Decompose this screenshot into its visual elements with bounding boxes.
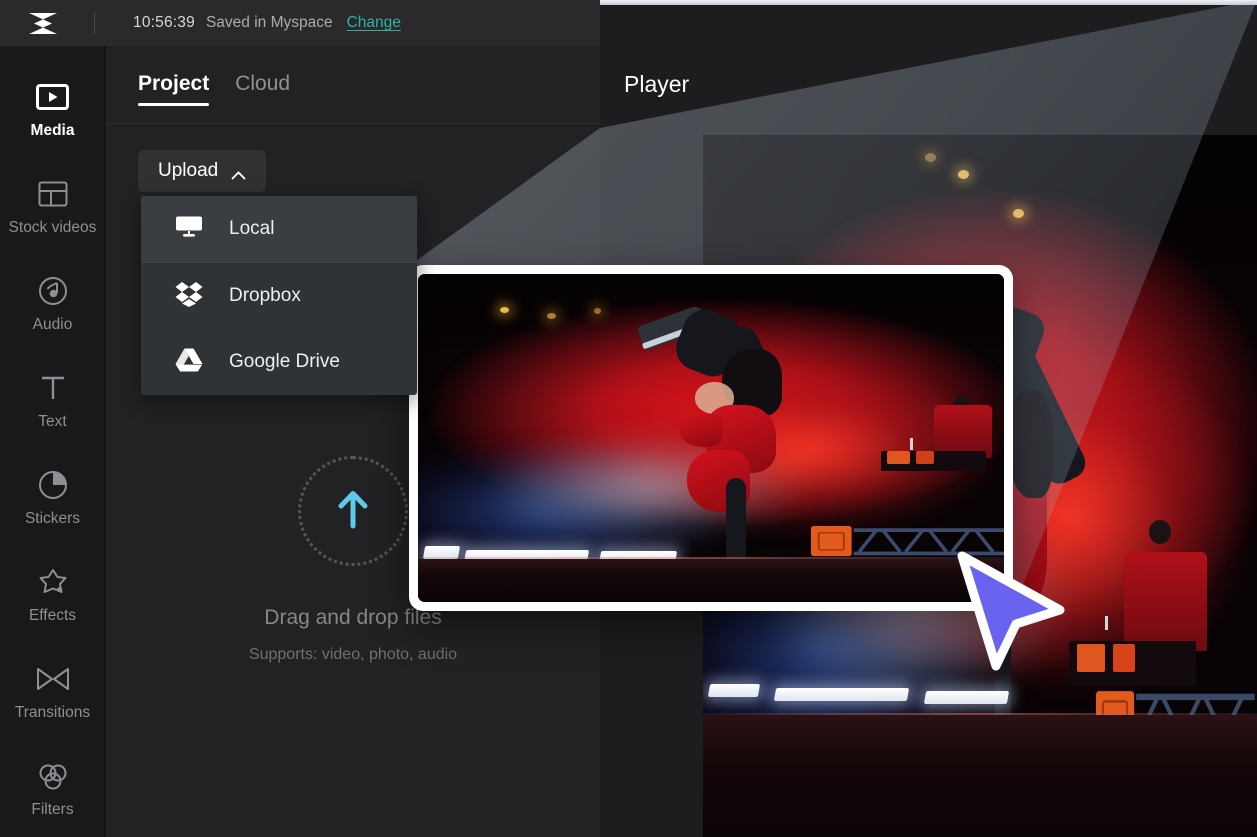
- text-t-icon: [39, 365, 67, 411]
- tab-project[interactable]: Project: [138, 72, 210, 106]
- sidebar-item-text[interactable]: Text: [0, 365, 105, 462]
- upload-dropdown-menu: Local Dropbox Google Drive: [141, 196, 417, 395]
- stickers-icon: [38, 462, 68, 508]
- save-time: 10:56:39: [133, 14, 195, 31]
- sidebar-item-label: Stickers: [24, 510, 81, 527]
- stock-videos-icon: [38, 171, 68, 217]
- capcut-editor-window: 10:56:39 Saved in Myspace Change Media S…: [0, 0, 1257, 837]
- sidebar-item-label: Stock videos: [8, 219, 97, 236]
- upload-menu-item-local[interactable]: Local: [141, 196, 417, 262]
- upload-menu-item-label: Dropbox: [229, 285, 301, 306]
- save-status: Saved in Myspace: [205, 14, 333, 31]
- library-tabs: Project Cloud: [138, 72, 290, 106]
- dropzone-primary-text: Drag and drop files: [264, 606, 442, 629]
- upload-button[interactable]: Upload: [138, 150, 267, 192]
- audio-note-icon: [38, 268, 68, 314]
- sidebar-item-label: Text: [38, 413, 67, 430]
- upload-arrow-icon: [336, 488, 370, 535]
- upload-dropzone-circle: [298, 456, 408, 566]
- left-sidebar: Media Stock videos Audio Text Stickers E…: [0, 46, 105, 837]
- sidebar-item-label: Effects: [28, 607, 77, 624]
- sidebar-item-label: Media: [30, 122, 75, 139]
- sidebar-item-audio[interactable]: Audio: [0, 268, 105, 365]
- sidebar-item-stock-videos[interactable]: Stock videos: [0, 171, 105, 268]
- sidebar-item-transitions[interactable]: Transitions: [0, 656, 105, 753]
- dragged-media-thumbnail-card[interactable]: [409, 265, 1013, 611]
- dropbox-icon: [175, 281, 203, 312]
- filters-icon: [37, 753, 69, 799]
- change-workspace-link[interactable]: Change: [347, 14, 401, 32]
- sidebar-item-label: Filters: [31, 801, 74, 818]
- transitions-icon: [36, 656, 70, 702]
- dropzone-secondary-text: Supports: video, photo, audio: [248, 646, 458, 663]
- thumbnail-image: [418, 274, 1004, 602]
- app-header: 10:56:39 Saved in Myspace Change: [0, 0, 600, 46]
- upload-button-label: Upload: [158, 160, 219, 181]
- upload-menu-item-google-drive[interactable]: Google Drive: [141, 329, 417, 395]
- sidebar-item-label: Transitions: [14, 704, 91, 721]
- effects-star-icon: [37, 559, 69, 605]
- chevron-up-icon: [231, 167, 246, 179]
- tab-cloud[interactable]: Cloud: [235, 72, 290, 106]
- header-divider: [94, 12, 95, 34]
- upload-menu-item-dropbox[interactable]: Dropbox: [141, 263, 417, 329]
- monitor-icon: [175, 215, 203, 244]
- upload-menu-item-label: Google Drive: [229, 351, 340, 372]
- upload-menu-item-label: Local: [229, 218, 275, 239]
- sidebar-item-media[interactable]: Media: [0, 74, 105, 171]
- page-title: Player: [624, 71, 690, 97]
- tab-divider: [106, 123, 600, 124]
- media-play-icon: [36, 74, 69, 120]
- google-drive-icon: [175, 347, 203, 377]
- thumbnail-stage-artwork: [418, 274, 1004, 602]
- capcut-logo-icon[interactable]: [22, 9, 64, 37]
- sidebar-item-filters[interactable]: Filters: [0, 753, 105, 837]
- mouse-pointer-icon: [952, 548, 1070, 674]
- sidebar-item-effects[interactable]: Effects: [0, 559, 105, 656]
- sidebar-item-stickers[interactable]: Stickers: [0, 462, 105, 559]
- sidebar-item-label: Audio: [32, 316, 73, 333]
